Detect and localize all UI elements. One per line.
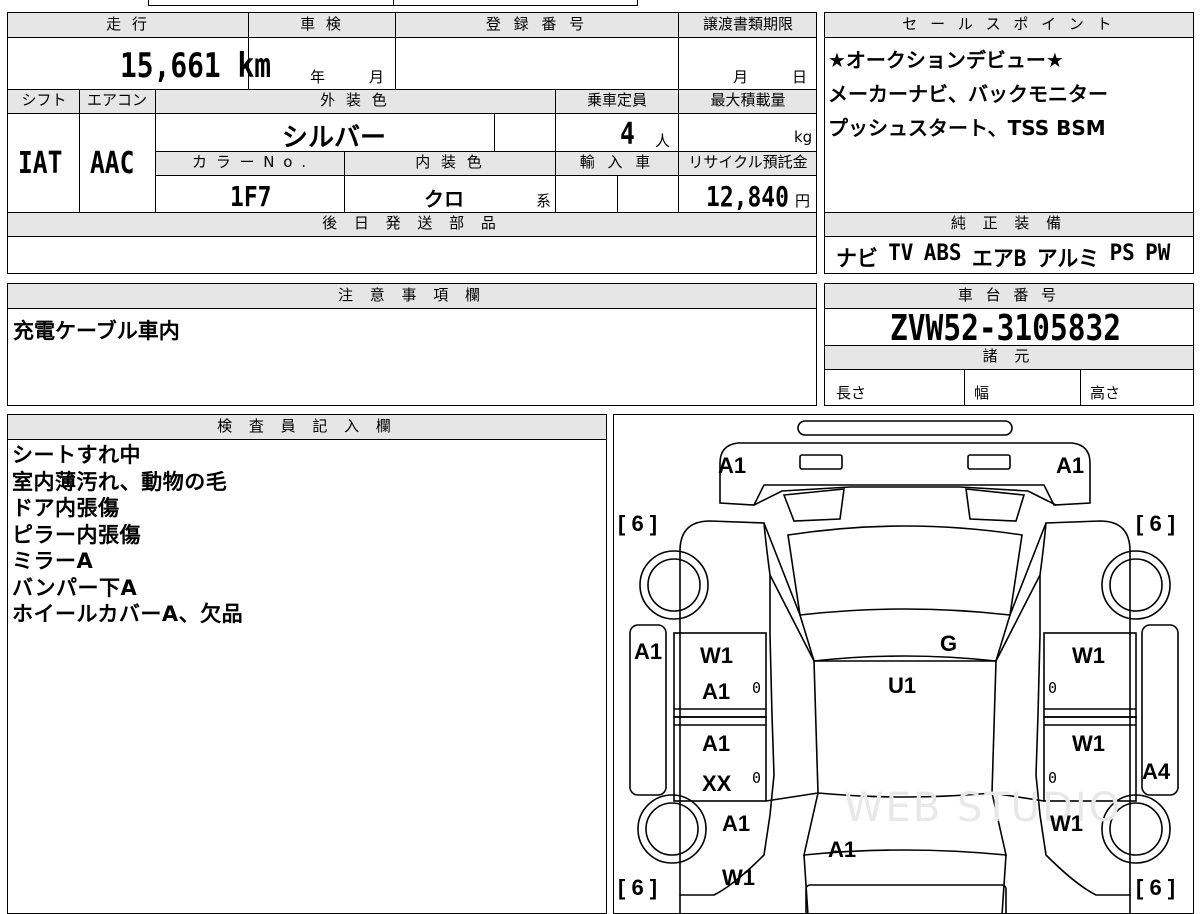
equipment-item: ナビ — [836, 247, 878, 272]
sales-points-panel: セ ー ル ス ポ イ ン ト ★オークションデビュー★ メーカーナビ、バックモ… — [824, 12, 1194, 274]
caution-panel: 注 意 事 項 欄 充電ケーブル車内 — [7, 283, 817, 406]
deadline-month-unit: 月 — [733, 68, 749, 86]
equipment-item: PW — [1145, 241, 1171, 266]
mark-rr-door-zero: 0 — [1048, 769, 1058, 787]
max-load-label: 最大積載量 — [710, 91, 786, 109]
inspector-note-line: ホイールカバーA、欠品 — [12, 602, 244, 626]
height-label: 高さ — [1090, 384, 1121, 402]
sales-point-line: プッシュスタート、TSS BSM — [828, 116, 1106, 140]
front-right-bracket: [ 6 ] — [1136, 511, 1176, 536]
inspector-note-line: ピラー内張傷 — [12, 522, 141, 547]
aircon-value: AAC — [90, 146, 135, 181]
equipment-item: TV — [888, 241, 914, 266]
recycle-fee-unit: 円 — [795, 192, 811, 210]
mark-rear-right-fender: W1 — [1050, 811, 1083, 836]
chassis-label: 車 台 番 号 — [957, 286, 1061, 304]
max-load-unit: kg — [794, 128, 813, 146]
mark-rear-left-low: W1 — [722, 865, 755, 890]
inspector-label: 検 査 員 記 入 欄 — [217, 417, 397, 435]
exterior-color-label: 外 装 色 — [320, 91, 390, 109]
equipment-item: エアB — [971, 247, 1027, 272]
shift-value: IAT — [18, 146, 63, 181]
inspector-note-line: シートすれ中 — [12, 443, 141, 467]
mark-rl-door-zero: 0 — [752, 769, 762, 787]
mark-windshield: G — [940, 631, 958, 656]
genuine-equipment-label: 純 正 装 備 — [950, 214, 1068, 232]
rear-left-bracket: [ 6 ] — [618, 875, 658, 900]
exterior-color-value: シルバー — [282, 123, 387, 153]
inspector-note-line: ドア内張傷 — [12, 496, 120, 520]
mark-rl-door-2: XX — [702, 771, 732, 796]
chassis-number: ZVW52-3105832 — [890, 308, 1122, 349]
inspector-notes: シートすれ中 室内薄汚れ、動物の毛 ドア内張傷 ピラー内張傷 ミラーA バンパー… — [12, 442, 243, 628]
inspection-year-unit: 年 — [310, 68, 326, 86]
car-diagram-panel: WEB STUDIO [ 6 ] [ 6 ] [ 6 ] [ 6 ] A1 A1… — [613, 414, 1194, 914]
mark-fr-door-zero: 0 — [1048, 679, 1058, 697]
equipment-item: ABS — [923, 241, 962, 266]
front-left-bracket: [ 6 ] — [618, 511, 658, 536]
recycle-fee-value: 12,840 — [706, 180, 789, 213]
inspector-note-line: 室内薄汚れ、動物の毛 — [12, 469, 228, 494]
caution-label: 注 意 事 項 欄 — [337, 286, 487, 304]
later-parts-label: 後 日 発 送 部 品 — [322, 214, 502, 232]
sales-point-line: メーカーナビ、バックモニター — [828, 82, 1108, 106]
inspector-note-line: バンパー下A — [12, 575, 138, 600]
vehicle-info-form: 走 行 車 検 登 録 番 号 譲渡書類期限 15,661 km 年 月 月 日… — [0, 0, 820, 280]
mark-right-side: A4 — [1142, 759, 1171, 784]
mark-front-left: A1 — [718, 453, 747, 478]
interior-color-suffix: 系 — [536, 192, 552, 210]
mark-fr-door: W1 — [1072, 643, 1105, 668]
deadline-day-unit: 日 — [792, 68, 808, 86]
color-no-value: 1F7 — [230, 180, 272, 213]
interior-color-value: クロ — [424, 187, 464, 211]
registration-label: 登 録 番 号 — [485, 15, 589, 33]
chassis-panel: 車 台 番 号 ZVW52-3105832 諸 元 長さ 幅 高さ — [824, 283, 1194, 406]
mark-left-side: A1 — [634, 639, 663, 664]
inspection-month-unit: 月 — [369, 68, 385, 86]
color-no-label: カ ラ ー N o . — [191, 153, 309, 171]
inspection-label: 車 検 — [300, 15, 344, 33]
caution-text: 充電ケーブル車内 — [13, 319, 180, 343]
inspector-note-line: ミラーA — [12, 549, 94, 573]
mark-rl-door-1: A1 — [702, 731, 731, 756]
equipment-item: アルミ — [1036, 247, 1100, 272]
equipment-item: PS — [1109, 241, 1135, 266]
inspector-panel: 検 査 員 記 入 欄 シートすれ中 室内薄汚れ、動物の毛 ドア内張傷 ピラー内… — [7, 414, 607, 914]
genuine-equipment-list: ナビ TV ABS エアB アルミ PS PW — [836, 241, 1170, 273]
sales-points-text: ★オークションデビュー★ メーカーナビ、バックモニター プッシュスタート、TSS… — [828, 43, 1108, 145]
mark-rr-door: W1 — [1072, 731, 1105, 756]
mark-rear-left-fender: A1 — [722, 811, 751, 836]
length-label: 長さ — [836, 384, 867, 402]
sales-point-line: ★オークションデビュー★ — [828, 48, 1064, 72]
mileage-value: 15,661 km — [120, 46, 272, 86]
width-label: 幅 — [974, 384, 990, 402]
mileage-label: 走 行 — [106, 15, 150, 33]
interior-color-label: 内 装 色 — [415, 153, 485, 171]
recycle-fee-label: リサイクル預託金 — [688, 153, 808, 171]
mark-fl-door-2: A1 — [702, 679, 731, 704]
aircon-label: エアコン — [86, 91, 148, 109]
mark-fl-door-zero: 0 — [752, 679, 762, 697]
transfer-deadline-label: 譲渡書類期限 — [702, 15, 794, 33]
mark-roof: U1 — [888, 673, 917, 698]
sales-points-label: セ ー ル ス ポ イ ン ト — [902, 15, 1116, 33]
capacity-label: 乗車定員 — [586, 91, 648, 109]
specs-label: 諸 元 — [982, 347, 1036, 365]
capacity-unit: 人 — [655, 132, 671, 150]
mark-fl-door-1: W1 — [700, 643, 733, 668]
import-label: 輸 入 車 — [579, 153, 655, 171]
shift-label: シフト — [21, 91, 67, 109]
mark-front-right: A1 — [1056, 453, 1085, 478]
mark-trunk: A1 — [828, 837, 857, 862]
capacity-value: 4 — [620, 117, 635, 152]
rear-right-bracket: [ 6 ] — [1136, 875, 1176, 900]
